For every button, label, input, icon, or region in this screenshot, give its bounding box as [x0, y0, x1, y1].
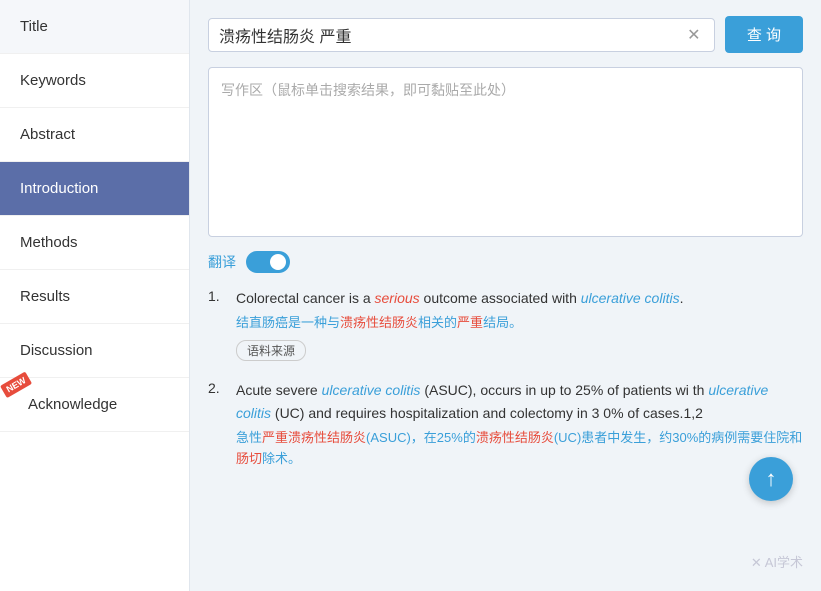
list-item: 2. Acute severe ulcerative colitis (ASUC… — [208, 379, 803, 475]
writing-area-placeholder: 写作区（鼠标单击搜索结果，即可黏贴至此处） — [221, 82, 515, 98]
sidebar-item-discussion[interactable]: Discussion — [0, 324, 189, 378]
sidebar: Title Keywords Abstract Introduction Met… — [0, 0, 190, 591]
cn-highlight-1: 溃疡性结肠炎 — [340, 315, 418, 330]
cn-hl-uc: 溃疡性结肠炎 — [476, 430, 554, 445]
translate-row: 翻译 — [208, 251, 803, 273]
keyword-uc-1: ulcerative colitis — [322, 382, 421, 398]
result-cn-text: 急性严重溃疡性结肠炎(ASUC)，在25%的溃疡性结肠炎(UC)患者中发生，约3… — [236, 428, 803, 470]
result-number: 2. — [208, 380, 228, 475]
result-cn-text: 结直肠癌是一种与溃疡性结肠炎相关的严重结局。 — [236, 313, 803, 334]
main-content: ✕ 查 询 写作区（鼠标单击搜索结果，即可黏贴至此处） 翻译 1. Colore… — [190, 0, 821, 591]
source-tag[interactable]: 语料来源 — [236, 340, 306, 361]
results-list: 1. Colorectal cancer is a serious outcom… — [208, 287, 803, 476]
search-input[interactable] — [219, 26, 676, 44]
sidebar-item-label: Keywords — [20, 72, 86, 89]
result-en-text[interactable]: Acute severe ulcerative colitis (ASUC), … — [236, 379, 803, 424]
result-en-text[interactable]: Colorectal cancer is a serious outcome a… — [236, 287, 803, 309]
clear-icon[interactable]: ✕ — [684, 25, 704, 45]
search-bar: ✕ 查 询 — [208, 16, 803, 53]
translate-toggle[interactable] — [246, 251, 290, 273]
list-item: 1. Colorectal cancer is a serious outcom… — [208, 287, 803, 361]
keyword-uc-2: ulcerative colitis — [236, 382, 768, 420]
sidebar-item-label: Results — [20, 288, 70, 305]
result-content: Acute severe ulcerative colitis (ASUC), … — [236, 379, 803, 475]
sidebar-item-label: Introduction — [20, 180, 98, 197]
sidebar-item-methods[interactable]: Methods — [0, 216, 189, 270]
cn-hl-cut: 肠切 — [236, 451, 262, 466]
translate-label: 翻译 — [208, 252, 236, 272]
sidebar-item-label: Methods — [20, 234, 78, 251]
search-button[interactable]: 查 询 — [725, 16, 803, 53]
sidebar-item-introduction[interactable]: Introduction — [0, 162, 189, 216]
result-number: 1. — [208, 288, 228, 361]
sidebar-item-label: Acknowledge — [28, 396, 117, 413]
keyword-serious: serious — [375, 290, 420, 306]
cn-hl-severe: 严重溃疡性结肠炎 — [262, 430, 366, 445]
keyword-uc: ulcerative colitis — [581, 290, 680, 306]
sidebar-item-results[interactable]: Results — [0, 270, 189, 324]
result-content: Colorectal cancer is a serious outcome a… — [236, 287, 803, 361]
sidebar-item-label: Title — [20, 18, 48, 35]
toggle-thumb — [270, 254, 286, 270]
writing-area[interactable]: 写作区（鼠标单击搜索结果，即可黏贴至此处） — [208, 67, 803, 237]
search-input-wrap: ✕ — [208, 18, 715, 52]
scroll-up-icon: ↑ — [766, 466, 777, 492]
sidebar-item-abstract[interactable]: Abstract — [0, 108, 189, 162]
sidebar-item-keywords[interactable]: Keywords — [0, 54, 189, 108]
sidebar-item-label: Abstract — [20, 126, 75, 143]
sidebar-item-label: Discussion — [20, 342, 93, 359]
sidebar-item-acknowledge[interactable]: NEW Acknowledge — [0, 378, 189, 432]
scroll-up-button[interactable]: ↑ — [749, 457, 793, 501]
sidebar-item-title[interactable]: Title — [0, 0, 189, 54]
cn-highlight-2: 严重 — [457, 315, 483, 330]
